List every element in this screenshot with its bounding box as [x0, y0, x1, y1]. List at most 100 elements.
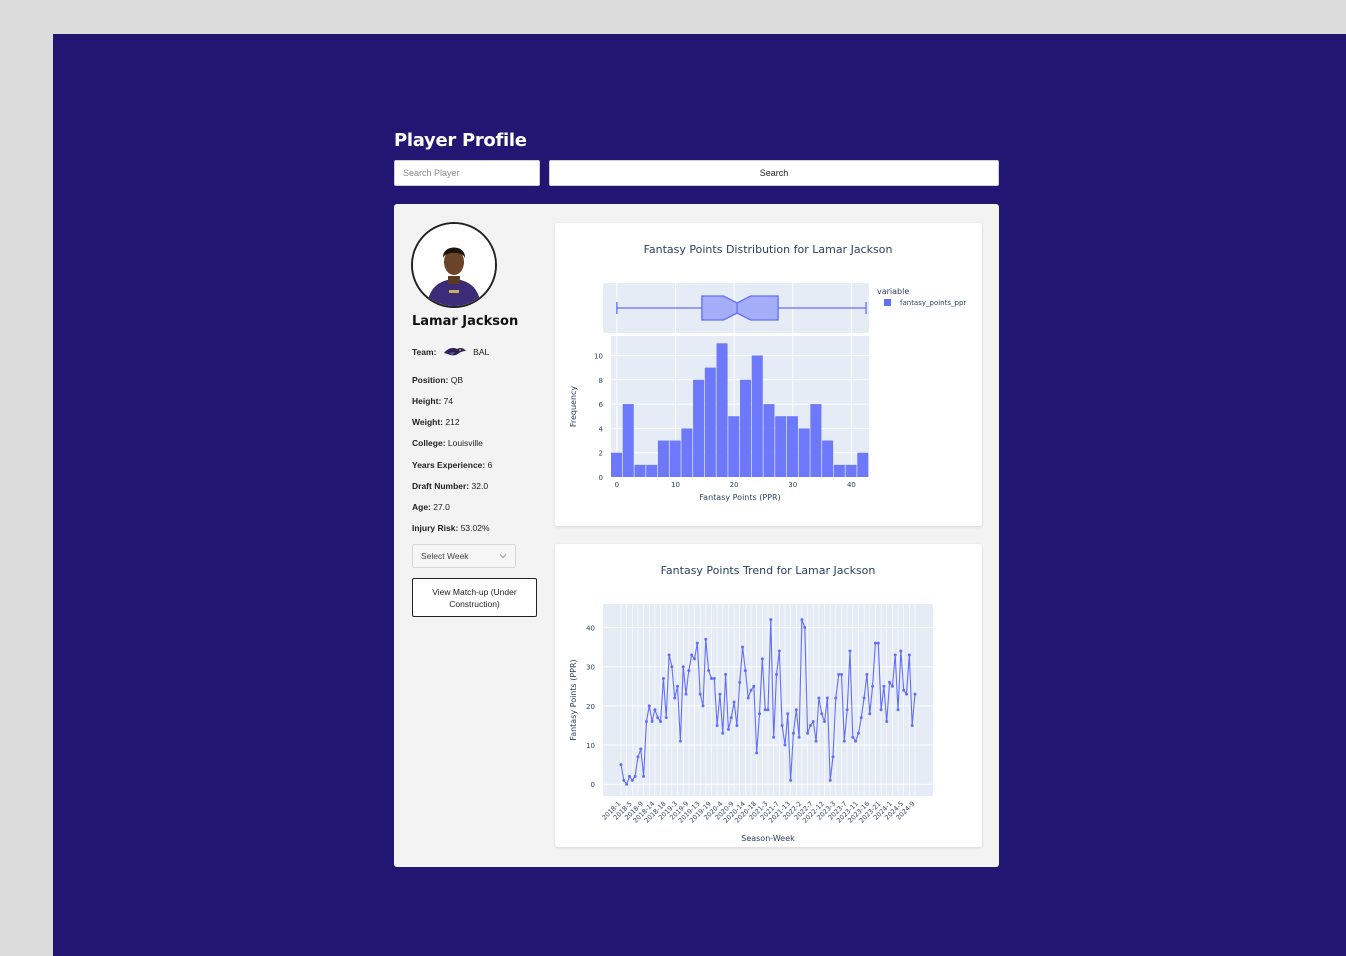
histogram-bar [845, 464, 857, 477]
histogram-bar [646, 464, 658, 477]
x-tick-label: 0 [615, 481, 619, 489]
trend-point [794, 708, 798, 712]
trend-point [664, 716, 668, 720]
trend-point [687, 669, 691, 673]
y-axis-title: Fantasy Points (PPR) [569, 659, 578, 740]
trend-point [676, 684, 680, 688]
trend-point [724, 673, 728, 677]
ravens-logo-icon [443, 346, 467, 359]
trend-point [902, 688, 906, 692]
trend-point [848, 649, 852, 653]
histogram-bar [857, 452, 869, 477]
x-tick-label: 10 [671, 481, 680, 489]
trend-point [899, 649, 903, 653]
trend-point [698, 692, 702, 696]
search-button[interactable]: Search [549, 160, 999, 186]
trend-point [885, 720, 889, 724]
trend-point [693, 657, 696, 661]
chevron-down-icon [499, 551, 507, 561]
player-info-sidebar: Lamar Jackson Team: BAL Position: QB Hei… [394, 204, 554, 867]
trend-point [828, 778, 832, 782]
trend-point [707, 669, 711, 673]
histogram-bar [786, 416, 798, 477]
y-axis-title: Frequency [569, 386, 578, 428]
search-player-input[interactable] [394, 160, 540, 186]
y-tick-label: 8 [599, 377, 603, 385]
trend-point [808, 723, 812, 727]
y-tick-label: 0 [599, 474, 603, 482]
trend-point [659, 720, 663, 724]
y-tick-label: 40 [586, 625, 595, 633]
trend-point [642, 774, 646, 778]
page-title: Player Profile [394, 130, 527, 151]
info-label: College: [412, 438, 446, 448]
trend-point [803, 626, 807, 630]
histogram-bar [775, 416, 787, 477]
histogram-bar [669, 440, 681, 477]
trend-chart-card: Fantasy Points Trend for Lamar Jackson 0 1… [555, 544, 982, 847]
trend-point [726, 727, 730, 731]
info-value: QB [450, 375, 464, 385]
trend-point [905, 692, 909, 696]
histogram-bar [634, 464, 646, 477]
x-tick-label: 20 [730, 481, 739, 489]
x-tick-label: 40 [847, 481, 856, 489]
trend-point [865, 673, 869, 677]
info-row-position: Position: QB [412, 375, 463, 385]
trend-point [650, 720, 654, 724]
y-tick-label: 6 [599, 401, 604, 409]
info-label: Age: [412, 502, 431, 512]
team-label: Team: [412, 346, 437, 357]
info-value: 53.02% [460, 523, 490, 533]
trend-point [741, 645, 745, 649]
trend-point [695, 641, 699, 645]
info-value: 6 [487, 460, 493, 470]
trend-point [910, 723, 914, 727]
trend-point [859, 716, 863, 720]
trend-point [760, 657, 764, 661]
y-tick-label: 2 [599, 450, 603, 458]
trend-point [840, 673, 843, 677]
y-tick-label: 20 [586, 703, 595, 711]
histogram-bar [657, 440, 669, 477]
histogram-bar [751, 355, 763, 477]
trend-point [661, 676, 665, 680]
week-select-dropdown[interactable]: Select Week [412, 544, 516, 568]
info-label: Years Experience: [412, 460, 486, 470]
player-headshot-image [413, 224, 495, 306]
player-avatar [411, 222, 497, 308]
chart-title: Fantasy Points Trend for Lamar Jackson [661, 564, 876, 577]
trend-point [749, 688, 753, 692]
histogram-bar [716, 343, 728, 477]
info-value: 27.0 [433, 502, 450, 512]
y-tick-label: 10 [586, 742, 595, 750]
trend-point [893, 653, 897, 657]
trend-point [876, 641, 880, 645]
histogram-bar [833, 464, 845, 477]
legend-entry: fantasy_points_ppr [900, 299, 966, 307]
trend-point [913, 692, 917, 696]
info-label: Draft Number: [412, 481, 470, 491]
trend-point [834, 696, 838, 700]
histogram-bar [763, 404, 775, 477]
trend-point [622, 778, 626, 782]
trend-point [766, 708, 770, 712]
histogram-bar [810, 404, 822, 477]
trend-point [704, 637, 708, 641]
distribution-chart: Fantasy Points Distribution for Lamar Ja… [569, 243, 966, 502]
trend-point [769, 618, 773, 622]
trend-point [879, 708, 883, 712]
trend-point [888, 680, 892, 684]
view-matchup-button[interactable]: View Match-up (Under Construction) [412, 578, 537, 617]
histogram-bar [622, 404, 634, 477]
trend-point [831, 755, 835, 759]
trend-point [715, 723, 719, 727]
legend-swatch [884, 299, 891, 306]
y-tick-label: 30 [586, 664, 595, 672]
trend-point [690, 653, 694, 657]
trend-point [783, 743, 787, 747]
trend-point [755, 751, 759, 755]
trend-point [871, 684, 875, 688]
trend-point [701, 704, 705, 708]
trend-point [896, 708, 900, 712]
